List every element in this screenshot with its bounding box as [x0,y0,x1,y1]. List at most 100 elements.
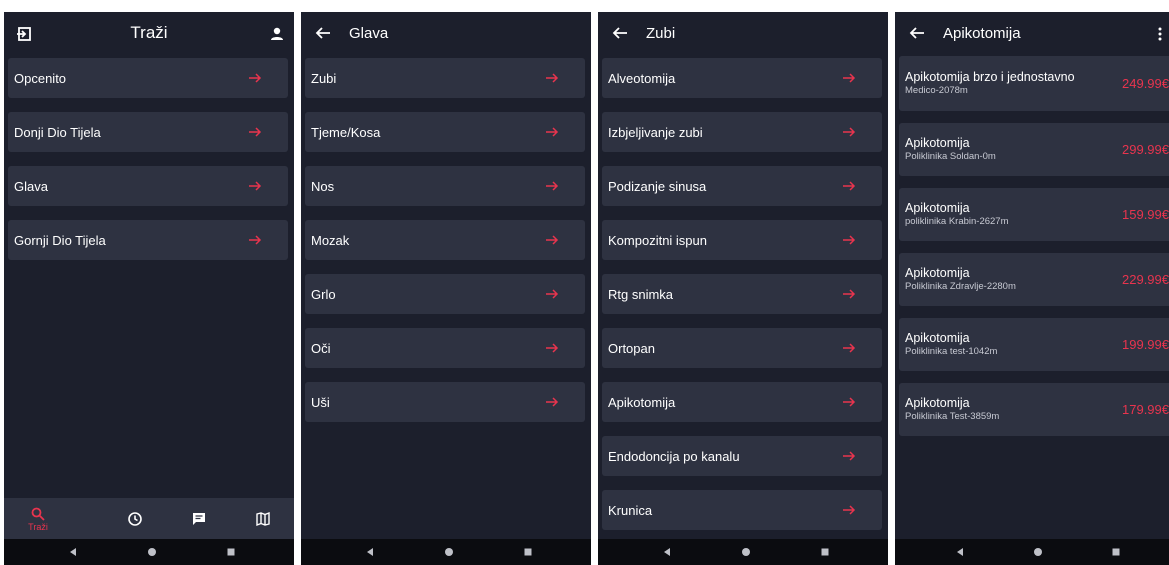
list-item[interactable]: Ortopan [602,328,882,368]
results-list: Apikotomija brzo i jednostavno Medico-20… [899,56,1169,448]
item-label: Izbjeljivanje zubi [608,125,703,140]
back-triangle-icon[interactable] [365,547,375,557]
nav-history[interactable] [110,498,160,539]
result-card[interactable]: Apikotomija brzo i jednostavno Medico-20… [899,56,1169,111]
recents-square-icon[interactable] [1111,547,1121,557]
back-triangle-icon[interactable] [68,547,78,557]
item-label: Oči [311,341,331,356]
procedure-list: Alveotomija Izbjeljivanje zubi Podizanje… [602,58,882,544]
nav-map[interactable] [238,498,288,539]
result-name: Apikotomija [905,330,970,345]
nav-search[interactable]: Traži [13,498,63,539]
arrow-right-icon [843,73,856,83]
arrow-right-icon [843,451,856,461]
item-label: Gornji Dio Tijela [14,233,106,248]
screen-glava: Glava Zubi Tjeme/Kosa Nos Mozak Grlo Oči… [301,12,591,565]
item-label: Zubi [311,71,337,86]
arrow-right-icon [546,235,559,245]
app-bar: Glava [301,12,591,56]
arrow-right-icon [546,127,559,137]
bottom-navigation: Traži [4,498,294,539]
list-item[interactable]: Donji Dio Tijela [8,112,288,152]
page-title: Traži [130,23,168,42]
page-title: Apikotomija [943,25,1021,42]
list-item[interactable]: Alveotomija [602,58,882,98]
list-item[interactable]: Opcenito [8,58,288,98]
person-icon[interactable] [268,25,286,43]
result-info: Apikotomija Poliklinika Test-3859m [905,383,1075,436]
back-arrow-icon[interactable] [313,23,333,43]
result-info: Apikotomija poliklinika Krabin-2627m [905,188,1075,241]
page-title: Glava [349,25,389,42]
back-triangle-icon[interactable] [662,547,672,557]
item-label: Grlo [311,287,336,302]
list-item[interactable]: Tjeme/Kosa [305,112,585,152]
more-vert-icon[interactable] [1151,25,1169,43]
result-name: Apikotomija [905,135,970,150]
result-card[interactable]: Apikotomija Poliklinika Zdravlje-2280m 2… [899,253,1169,306]
arrow-right-icon [546,289,559,299]
result-card[interactable]: Apikotomija Poliklinika test-1042m 199.9… [899,318,1169,371]
list-item[interactable]: Glava [8,166,288,206]
arrow-right-icon [843,289,856,299]
list-item[interactable]: Zubi [305,58,585,98]
item-label: Kompozitni ispun [608,233,707,248]
back-arrow-icon[interactable] [907,23,927,43]
result-clinic: Poliklinika Test-3859m [905,410,1000,422]
system-nav-bar [301,539,591,565]
arrow-right-icon [843,235,856,245]
result-info: Apikotomija Poliklinika test-1042m [905,318,1075,371]
result-card[interactable]: Apikotomija Poliklinika Test-3859m 179.9… [899,383,1169,436]
result-info: Apikotomija brzo i jednostavno Medico-20… [905,56,1075,111]
arrow-right-icon [843,397,856,407]
category-list: Opcenito Donji Dio Tijela Glava Gornji D… [8,58,288,274]
list-item[interactable]: Uši [305,382,585,422]
item-label: Podizanje sinusa [608,179,707,194]
recents-square-icon[interactable] [226,547,236,557]
home-circle-icon[interactable] [147,547,157,557]
item-label: Donji Dio Tijela [14,125,101,140]
nav-messages[interactable] [174,498,224,539]
recents-square-icon[interactable] [523,547,533,557]
category-list: Zubi Tjeme/Kosa Nos Mozak Grlo Oči Uši [305,58,585,436]
history-icon [128,511,142,526]
message-icon [193,512,205,525]
list-item[interactable]: Rtg snimka [602,274,882,314]
list-item[interactable]: Endodoncija po kanalu [602,436,882,476]
result-name: Apikotomija [905,200,970,215]
arrow-right-icon [843,505,856,515]
list-item[interactable]: Kompozitni ispun [602,220,882,260]
list-item[interactable]: Izbjeljivanje zubi [602,112,882,152]
list-item[interactable]: Gornji Dio Tijela [8,220,288,260]
result-card[interactable]: Apikotomija Poliklinika Soldan-0m 299.99… [899,123,1169,176]
home-circle-icon[interactable] [444,547,454,557]
result-clinic: Poliklinika test-1042m [905,345,998,357]
app-bar: Zubi [598,12,888,56]
result-info: Apikotomija Poliklinika Soldan-0m [905,123,1075,176]
list-item[interactable]: Podizanje sinusa [602,166,882,206]
arrow-right-icon [249,235,262,245]
screen-search: Traži Opcenito Donji Dio Tijela Glava Go… [4,12,294,565]
arrow-right-icon [843,343,856,353]
result-info: Apikotomija Poliklinika Zdravlje-2280m [905,253,1075,306]
list-item[interactable]: Oči [305,328,585,368]
map-icon [256,511,270,526]
result-card[interactable]: Apikotomija poliklinika Krabin-2627m 159… [899,188,1169,241]
back-triangle-icon[interactable] [955,547,965,557]
result-name: Apikotomija brzo i jednostavno [905,69,1075,84]
recents-square-icon[interactable] [820,547,830,557]
arrow-right-icon [546,181,559,191]
list-item[interactable]: Krunica [602,490,882,530]
home-circle-icon[interactable] [1033,547,1043,557]
list-item[interactable]: Nos [305,166,585,206]
app-bar: Traži [4,12,294,56]
home-circle-icon[interactable] [741,547,751,557]
list-item[interactable]: Apikotomija [602,382,882,422]
result-price: 249.99€ [1122,76,1169,91]
item-label: Alveotomija [608,71,676,86]
back-arrow-icon[interactable] [610,23,630,43]
list-item[interactable]: Mozak [305,220,585,260]
result-clinic: Poliklinika Soldan-0m [905,150,996,162]
list-item[interactable]: Grlo [305,274,585,314]
arrow-right-icon [546,397,559,407]
